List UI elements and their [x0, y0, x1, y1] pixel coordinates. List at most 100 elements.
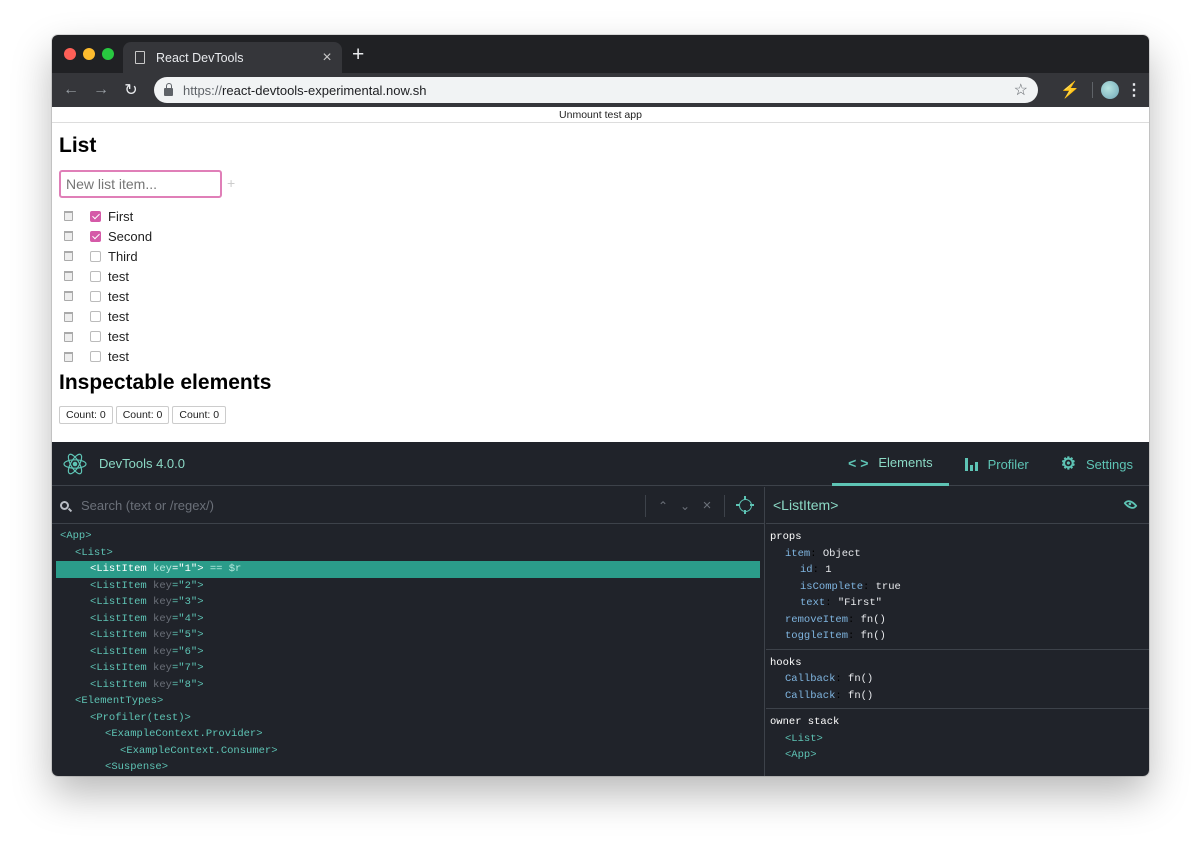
tree-node[interactable]: <ListItem key="4"> [56, 611, 760, 628]
url-text: https://react-devtools-experimental.now.… [183, 82, 427, 98]
counter-buttons: Count: 0 Count: 0 Count: 0 [59, 406, 227, 424]
clear-search-icon[interactable]: × [696, 497, 718, 514]
tree-node[interactable]: <ElementTypes> [56, 693, 760, 710]
bookmark-star-icon[interactable]: ☆ [1014, 80, 1028, 100]
tree-node[interactable]: <Suspense> [56, 759, 760, 776]
trash-icon[interactable] [64, 291, 73, 302]
selected-element-pane: <ListItem> props item: Object id: 1 isComp… [766, 487, 1149, 776]
item-label: First [108, 208, 134, 224]
count-button[interactable]: Count: 0 [172, 406, 227, 424]
zoom-window-button[interactable] [102, 48, 114, 60]
prop-row[interactable]: removeItem: fn() [770, 612, 1149, 629]
prop-row[interactable]: id: 1 [770, 562, 1149, 579]
search-divider [645, 494, 646, 517]
item-label: test [108, 268, 129, 284]
forward-button[interactable]: → [86, 81, 116, 99]
browser-menu-icon[interactable]: ⋮ [1119, 80, 1149, 100]
tree-node[interactable]: <ExampleContext.Provider> [56, 726, 760, 743]
item-checkbox[interactable] [90, 351, 101, 363]
add-item-button[interactable]: + [227, 175, 235, 191]
trash-icon[interactable] [64, 271, 73, 282]
tab-elements[interactable]: < > Elements [832, 442, 949, 486]
search-controls: ⌃ ⌄ × [639, 487, 764, 524]
item-label: test [108, 349, 129, 365]
trash-icon[interactable] [64, 251, 73, 262]
prop-row[interactable]: isComplete: true [770, 579, 1149, 596]
tab-title: React DevTools [156, 50, 244, 65]
tab-profiler[interactable]: Profiler [949, 442, 1045, 486]
minimize-window-button[interactable] [83, 48, 95, 60]
search-divider [724, 494, 725, 517]
reload-button[interactable]: ↻ [116, 80, 146, 100]
tree-node[interactable]: <ListItem key="7"> [56, 660, 760, 677]
tree-node[interactable]: <ListItem key="2"> [56, 578, 760, 595]
tree-node[interactable]: <Profiler(test)> [56, 710, 760, 727]
item-checkbox[interactable] [90, 210, 101, 222]
tree-node[interactable]: <ExampleContext.Consumer> [56, 743, 760, 760]
component-tree: <App> <List> <ListItem key="1"> == $r <List… [52, 524, 764, 776]
previous-result-icon[interactable]: ⌃ [652, 499, 674, 513]
list-item: test [64, 347, 152, 367]
list-item: test [64, 327, 152, 347]
browser-tab[interactable]: React DevTools × [123, 42, 342, 73]
prop-row[interactable]: item: Object [770, 546, 1149, 563]
next-result-icon[interactable]: ⌄ [674, 499, 696, 513]
extension-bolt-icon[interactable]: ⚡ [1056, 80, 1084, 100]
item-checkbox[interactable] [90, 290, 101, 302]
props-title: props [770, 531, 802, 543]
count-button[interactable]: Count: 0 [115, 406, 170, 424]
trash-icon[interactable] [64, 211, 73, 222]
devtools-tabs: < > Elements Profiler ⚙ Settings [832, 442, 1149, 486]
trash-icon[interactable] [64, 231, 73, 242]
tree-node[interactable]: <ListItem key="6"> [56, 644, 760, 661]
tab-settings[interactable]: ⚙ Settings [1045, 442, 1149, 486]
list-item: test [64, 286, 152, 306]
eye-icon[interactable] [1123, 497, 1138, 512]
bar-chart-icon [964, 457, 978, 471]
tree-node[interactable]: <ListItem key="5"> [56, 627, 760, 644]
list-heading: List [59, 134, 97, 157]
profile-avatar[interactable] [1101, 81, 1119, 99]
item-label: Third [108, 248, 138, 264]
code-brackets-icon: < > [848, 454, 869, 471]
item-label: Second [108, 228, 153, 244]
tree-node[interactable]: <List> [56, 545, 760, 562]
tree-node[interactable]: <ListItem key="8"> [56, 677, 760, 694]
inspect-element-icon[interactable] [736, 496, 754, 514]
back-button[interactable]: ← [56, 81, 86, 99]
list-item: test [64, 306, 152, 326]
owner-link[interactable]: <App> [770, 747, 1149, 764]
new-tab-button[interactable]: + [352, 44, 364, 65]
item-checkbox[interactable] [90, 250, 101, 262]
trash-icon[interactable] [64, 351, 73, 362]
item-label: test [108, 288, 129, 304]
component-search-input[interactable] [81, 497, 641, 513]
tree-node[interactable]: <App> [56, 528, 760, 545]
tree-node[interactable]: <ListItem key="1"> == $r [56, 561, 760, 578]
list-item: First [64, 206, 152, 226]
hooks-section: hooks Callback: fn() Callback: fn() [766, 650, 1149, 709]
owner-stack-title: owner stack [770, 716, 840, 728]
props-section: props item: Object id: 1 isComplete: true t… [766, 524, 1149, 650]
close-tab-icon[interactable]: × [316, 49, 338, 66]
tree-node[interactable]: <ListItem key="3"> [56, 594, 760, 611]
prop-row[interactable]: toggleItem: fn() [770, 628, 1149, 645]
item-checkbox[interactable] [90, 270, 101, 282]
item-label: test [108, 329, 129, 345]
trash-icon[interactable] [64, 331, 73, 342]
component-search-bar: ⌃ ⌄ × [52, 487, 764, 524]
item-checkbox[interactable] [90, 230, 101, 242]
devtools-version: DevTools 4.0.0 [99, 456, 185, 471]
owner-link[interactable]: <List> [770, 731, 1149, 748]
item-checkbox[interactable] [90, 331, 101, 343]
trash-icon[interactable] [64, 311, 73, 322]
prop-row[interactable]: Callback: fn() [770, 688, 1149, 705]
prop-row[interactable]: Callback: fn() [770, 671, 1149, 688]
unmount-test-app-button[interactable]: Unmount test app [52, 107, 1149, 123]
item-checkbox[interactable] [90, 311, 101, 323]
new-list-item-input[interactable] [59, 170, 222, 198]
address-bar[interactable]: https://react-devtools-experimental.now.… [154, 77, 1038, 103]
close-window-button[interactable] [64, 48, 76, 60]
prop-row[interactable]: text: "First" [770, 595, 1149, 612]
count-button[interactable]: Count: 0 [59, 406, 113, 424]
